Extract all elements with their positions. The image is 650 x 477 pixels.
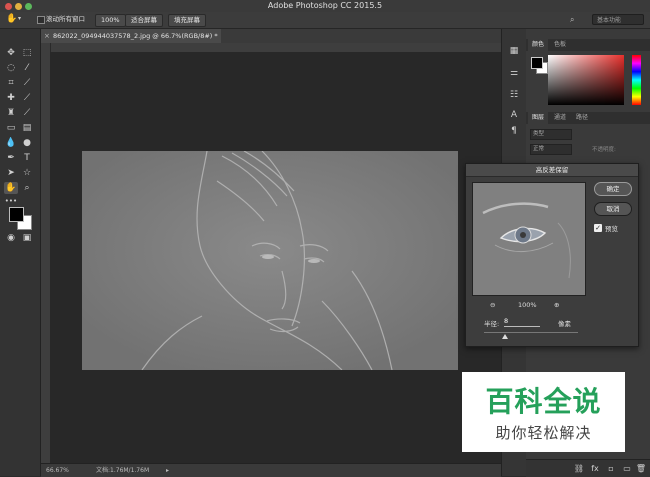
watermark-logo: 百科全说 助你轻松解决 — [462, 372, 625, 452]
tab-channels[interactable]: 通道 — [550, 112, 570, 124]
panel-foreground-swatch[interactable] — [531, 57, 543, 69]
blur-tool-icon[interactable]: 💧 — [4, 137, 18, 149]
tab-swatches[interactable]: 色板 — [550, 39, 570, 51]
radius-label: 半径: — [484, 320, 500, 328]
eyedropper-tool-icon[interactable]: ⟋ — [20, 77, 34, 89]
move-tool-icon[interactable]: ✥ — [4, 47, 18, 59]
hand-tool-icon[interactable]: ✋ — [4, 182, 18, 194]
color-field[interactable] — [548, 55, 624, 105]
properties-panel-icon[interactable]: ⚌ — [507, 67, 521, 79]
quick-mask-icon[interactable]: ◉ — [4, 232, 18, 244]
lasso-tool-icon[interactable]: ◌ — [4, 62, 18, 74]
status-menu-arrow-icon[interactable]: ▸ — [166, 464, 169, 477]
screen-mode-icon[interactable]: ▣ — [20, 232, 34, 244]
preview-label: 预览 — [605, 225, 618, 233]
gradient-tool-icon[interactable]: ▤ — [20, 122, 34, 134]
document-image[interactable] — [82, 151, 458, 370]
zoom-out-icon[interactable]: ⊖ — [490, 300, 495, 310]
tab-layers[interactable]: 图层 — [528, 112, 549, 124]
scroll-all-windows-checkbox[interactable] — [37, 16, 45, 24]
radius-input[interactable]: 8 — [504, 316, 540, 327]
search-icon[interactable]: ⌕ — [570, 14, 574, 25]
layer-style-icon[interactable]: fx — [588, 463, 602, 475]
tab-color[interactable]: 颜色 — [528, 39, 549, 51]
path-selection-tool-icon[interactable]: ➤ — [4, 167, 18, 179]
trash-icon[interactable]: 🗑 — [634, 463, 648, 475]
link-layers-icon[interactable]: ⛓ — [572, 463, 586, 475]
blend-mode-select[interactable]: 正常 — [530, 144, 572, 155]
color-panel-tabs: 颜色 色板 — [526, 39, 650, 51]
zoom-level[interactable]: 66.67% — [46, 464, 69, 477]
history-panel-icon[interactable]: ▦ — [507, 45, 521, 57]
tool-preset-chevron-icon[interactable]: ▾ — [18, 15, 21, 22]
stamp-tool-icon[interactable]: ♜ — [4, 107, 18, 119]
layer-kind-filter[interactable]: 类型 — [530, 129, 572, 140]
watermark-title: 百科全说 — [485, 385, 602, 418]
status-bar: 66.67% 文档:1.76M/1.76M ▸ — [41, 463, 501, 477]
more-tools-icon[interactable]: ••• — [4, 195, 18, 207]
preview-zoom-controls: ⊖ 100% ⊕ — [466, 300, 590, 310]
watermark-subtitle: 助你轻松解决 — [495, 424, 592, 442]
fill-screen-button[interactable]: 填充屏幕 — [168, 14, 206, 27]
ok-button[interactable]: 确定 — [594, 182, 632, 196]
pen-tool-icon[interactable]: ✒ — [4, 152, 18, 164]
preview-zoom-level: 100% — [518, 301, 537, 309]
zoom-100-button[interactable]: 100% — [95, 14, 126, 27]
radius-unit: 像素 — [558, 320, 571, 328]
document-size: 文档:1.76M/1.76M — [96, 467, 150, 474]
radius-slider-thumb[interactable] — [501, 334, 508, 339]
paragraph-panel-icon[interactable]: ¶ — [507, 125, 521, 137]
eye-preview-image — [473, 183, 585, 295]
filter-preview[interactable] — [472, 182, 586, 296]
document-tab-title: 862022_094944037578_2.jpg @ 66.7%(RGB/8#… — [53, 32, 218, 40]
eraser-tool-icon[interactable]: ▭ — [4, 122, 18, 134]
type-tool-icon[interactable]: T — [20, 152, 34, 164]
document-tab[interactable]: × 862022_094944037578_2.jpg @ 66.7%(RGB/… — [41, 29, 221, 43]
shape-tool-icon[interactable]: ☆ — [20, 167, 34, 179]
close-icon[interactable]: × — [44, 29, 50, 43]
tab-paths[interactable]: 路径 — [572, 112, 592, 124]
adjustments-panel-icon[interactable]: ☷ — [507, 89, 521, 101]
workspace-select[interactable]: 基本功能 — [592, 14, 644, 25]
new-layer-icon[interactable]: ▫ — [604, 463, 618, 475]
healing-brush-tool-icon[interactable]: ✚ — [4, 92, 18, 104]
layers-footer: ⛓ fx ▫ ▭ 🗑 — [526, 459, 650, 477]
hue-slider[interactable] — [632, 55, 641, 105]
magic-wand-tool-icon[interactable]: ⁄ — [20, 62, 34, 74]
app-title: Adobe Photoshop CC 2015.5 — [267, 1, 383, 10]
zoom-tool-icon[interactable]: ⌕ — [20, 182, 34, 194]
scroll-all-windows-label: 滚动所有窗口 — [46, 15, 85, 23]
foreground-color-swatch[interactable] — [9, 207, 24, 222]
cancel-button[interactable]: 取消 — [594, 202, 632, 216]
crop-tool-icon[interactable]: ⌗ — [4, 77, 18, 89]
opacity-label: 不透明度: — [592, 147, 616, 153]
options-bar: ✋ ▾ 滚动所有窗口 100% 适合屏幕 填充屏幕 基本功能 ⌕ — [0, 12, 650, 29]
layers-panel-tabs: 图层 通道 路径 — [526, 112, 650, 124]
brush-tool-icon[interactable]: ⟋ — [20, 92, 34, 104]
tools-panel: ✥ ⬚ ◌ ⁄ ⌗ ⟋ ✚ ⟋ ♜ ⟋ ▭ ▤ 💧 ● ✒ T ➤ ☆ ✋ ⌕ … — [0, 29, 41, 476]
dodge-tool-icon[interactable]: ● — [20, 137, 34, 149]
history-brush-tool-icon[interactable]: ⟋ — [20, 107, 34, 119]
radius-slider-track[interactable] — [484, 332, 578, 333]
high-pass-portrait-image — [82, 151, 458, 370]
high-pass-dialog: 高反差保留 确定 取消 ✓ 预览 ⊖ 100% ⊕ 半径: 8 像素 — [465, 163, 639, 347]
hand-tool-icon[interactable]: ✋ — [6, 14, 17, 25]
marquee-tool-icon[interactable]: ⬚ — [20, 47, 34, 59]
preview-checkbox[interactable]: ✓ — [594, 224, 602, 232]
dialog-title: 高反差保留 — [466, 164, 638, 177]
document-tab-bar: × 862022_094944037578_2.jpg @ 66.7%(RGB/… — [41, 29, 501, 44]
zoom-in-icon[interactable]: ⊕ — [554, 300, 559, 310]
character-panel-icon[interactable]: A — [507, 109, 521, 121]
fit-screen-button[interactable]: 适合屏幕 — [125, 14, 163, 27]
new-group-icon[interactable]: ▭ — [620, 463, 634, 475]
